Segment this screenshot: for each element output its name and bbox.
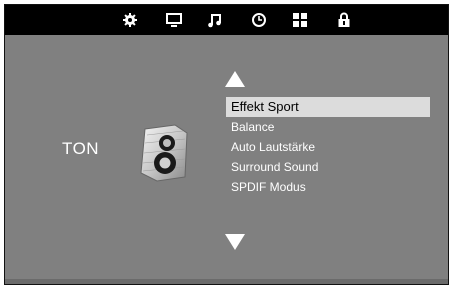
scroll-up-arrow[interactable] — [225, 71, 245, 87]
menu-item-effekt-sport[interactable]: Effekt Sport — [226, 97, 430, 117]
music-note-icon[interactable] — [206, 11, 224, 29]
clock-icon[interactable] — [250, 11, 268, 29]
sound-menu: Effekt Sport Balance Auto Lautstärke Sur… — [226, 97, 430, 197]
gear-icon[interactable] — [121, 11, 139, 29]
scroll-down-arrow[interactable] — [225, 234, 245, 250]
section-title: TON — [62, 139, 100, 158]
menu-item-auto-lautstaerke[interactable]: Auto Lautstärke — [226, 137, 430, 157]
grid-icon[interactable] — [291, 11, 309, 29]
bottom-border — [5, 279, 448, 284]
menu-item-spdif-modus[interactable]: SPDIF Modus — [226, 177, 430, 197]
top-navigation-bar — [5, 5, 448, 35]
speaker-icon — [135, 123, 193, 183]
tv-menu-screen: TON Effekt Sport Balance Auto Lautstärke… — [4, 4, 449, 285]
menu-item-balance[interactable]: Balance — [226, 117, 430, 137]
monitor-icon[interactable] — [165, 11, 183, 29]
menu-item-surround-sound[interactable]: Surround Sound — [226, 157, 430, 177]
lock-icon[interactable] — [335, 11, 353, 29]
